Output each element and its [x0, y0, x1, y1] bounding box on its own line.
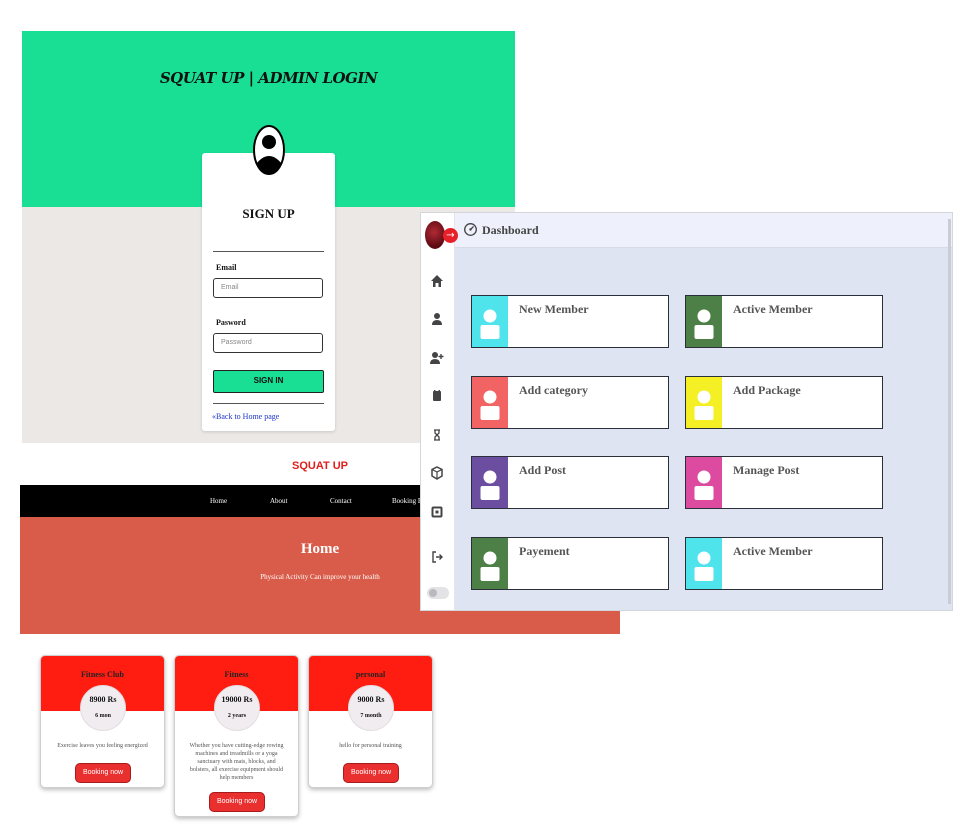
- tile-label: Payement: [519, 544, 570, 558]
- dashboard-topbar: Dashboard: [455, 213, 952, 248]
- price-badge: 19000 Rs 2 years: [214, 685, 260, 731]
- tile-label: Manage Post: [733, 463, 800, 477]
- theme-toggle[interactable]: [427, 587, 449, 599]
- package-duration: 2 years: [227, 713, 247, 719]
- signup-card: SIGN UP Email Email Pasword Password SIG…: [202, 153, 335, 431]
- member-avatar-icon: [472, 538, 508, 589]
- tile-label: Add category: [519, 383, 588, 397]
- login-page-title: SQUAT UP | ADMIN LOGIN: [159, 69, 378, 87]
- member-avatar-icon: [472, 377, 508, 428]
- price-badge: 8900 Rs 6 mon: [80, 685, 126, 731]
- dashboard-sidebar: →: [421, 213, 458, 610]
- tile-label: Active Member: [733, 302, 813, 316]
- box-icon[interactable]: [429, 465, 445, 481]
- package-description: hello for personal training: [339, 743, 402, 749]
- scrollbar[interactable]: [948, 219, 951, 604]
- member-avatar-icon: [686, 377, 722, 428]
- dashboard-gauge-icon: [464, 223, 477, 236]
- logout-icon[interactable]: [429, 549, 445, 565]
- add-user-icon[interactable]: [429, 350, 445, 366]
- tile-payement[interactable]: Payement: [471, 537, 669, 590]
- divider: [213, 403, 324, 404]
- nav-contact[interactable]: Contact: [330, 497, 352, 505]
- package-card: Fitness Club 8900 Rs 6 mon Exercise leav…: [40, 655, 165, 788]
- email-field[interactable]: Email: [213, 278, 323, 298]
- hourglass-icon[interactable]: [429, 427, 445, 443]
- package-price: 9000 Rs: [357, 695, 385, 704]
- booking-button[interactable]: Booking now: [343, 763, 399, 783]
- member-avatar-icon: [686, 538, 722, 589]
- user-icon[interactable]: [429, 311, 445, 327]
- member-avatar-icon: [686, 296, 722, 347]
- tile-add-package[interactable]: Add Package: [685, 376, 883, 429]
- booking-button[interactable]: Booking now: [75, 763, 131, 783]
- package-description: Whether you have cutting-edge rowing mac…: [189, 743, 284, 781]
- tile-label: Active Member: [733, 544, 813, 558]
- package-name: Fitness: [224, 670, 249, 679]
- nav-about[interactable]: About: [270, 497, 288, 505]
- tile-label: Add Package: [733, 383, 801, 397]
- collapse-arrow-icon[interactable]: →: [443, 228, 458, 243]
- sign-in-button[interactable]: SIGN IN: [213, 370, 324, 393]
- hero-title: Home: [300, 541, 340, 557]
- password-label: Pasword: [216, 318, 246, 327]
- member-avatar-icon: [686, 457, 722, 508]
- tile-active-member[interactable]: Active Member: [685, 295, 883, 348]
- password-field[interactable]: Password: [213, 333, 323, 353]
- package-price: 8900 Rs: [89, 695, 117, 704]
- tile-manage-post[interactable]: Manage Post: [685, 456, 883, 509]
- tile-add-post[interactable]: Add Post: [471, 456, 669, 509]
- nav-home[interactable]: Home: [210, 497, 227, 505]
- package-card: Fitness 19000 Rs 2 years Whether you hav…: [174, 655, 299, 817]
- package-card: personal 9000 Rs 7 month hello for perso…: [308, 655, 433, 788]
- home-icon[interactable]: [429, 273, 445, 289]
- hero-subtitle: Physical Activity Can improve your healt…: [260, 573, 380, 581]
- tile-add-category[interactable]: Add category: [471, 376, 669, 429]
- calendar-icon[interactable]: [429, 388, 445, 404]
- user-avatar-icon: [253, 123, 285, 175]
- signup-title: SIGN UP: [242, 206, 295, 221]
- square-icon[interactable]: [429, 504, 445, 520]
- member-avatar-icon: [472, 457, 508, 508]
- booking-button[interactable]: Booking now: [209, 792, 265, 812]
- package-description: Exercise leaves you feeling energized: [57, 743, 148, 749]
- package-price: 19000 Rs: [221, 695, 253, 704]
- admin-dashboard-panel: Dashboard → New Member Active Member Add…: [420, 212, 953, 611]
- package-name: Fitness Club: [81, 670, 124, 679]
- tile-label: Add Post: [519, 463, 567, 477]
- tile-label: New Member: [519, 302, 589, 316]
- email-label: Email: [216, 263, 237, 272]
- price-badge: 9000 Rs 7 month: [348, 685, 394, 731]
- tile-new-member[interactable]: New Member: [471, 295, 669, 348]
- package-duration: 7 month: [360, 713, 382, 719]
- gym-logo: [425, 221, 445, 249]
- package-duration: 6 mon: [95, 713, 111, 719]
- tile-active-member-2[interactable]: Active Member: [685, 537, 883, 590]
- site-navbar: Home About Contact Booking Pa: [20, 485, 425, 517]
- divider: [213, 251, 324, 252]
- back-to-home-link[interactable]: «Back to Home page: [212, 412, 279, 421]
- member-avatar-icon: [472, 296, 508, 347]
- dashboard-title: Dashboard: [482, 223, 539, 237]
- package-name: personal: [355, 670, 386, 679]
- site-brand: SQUAT UP: [291, 460, 349, 472]
